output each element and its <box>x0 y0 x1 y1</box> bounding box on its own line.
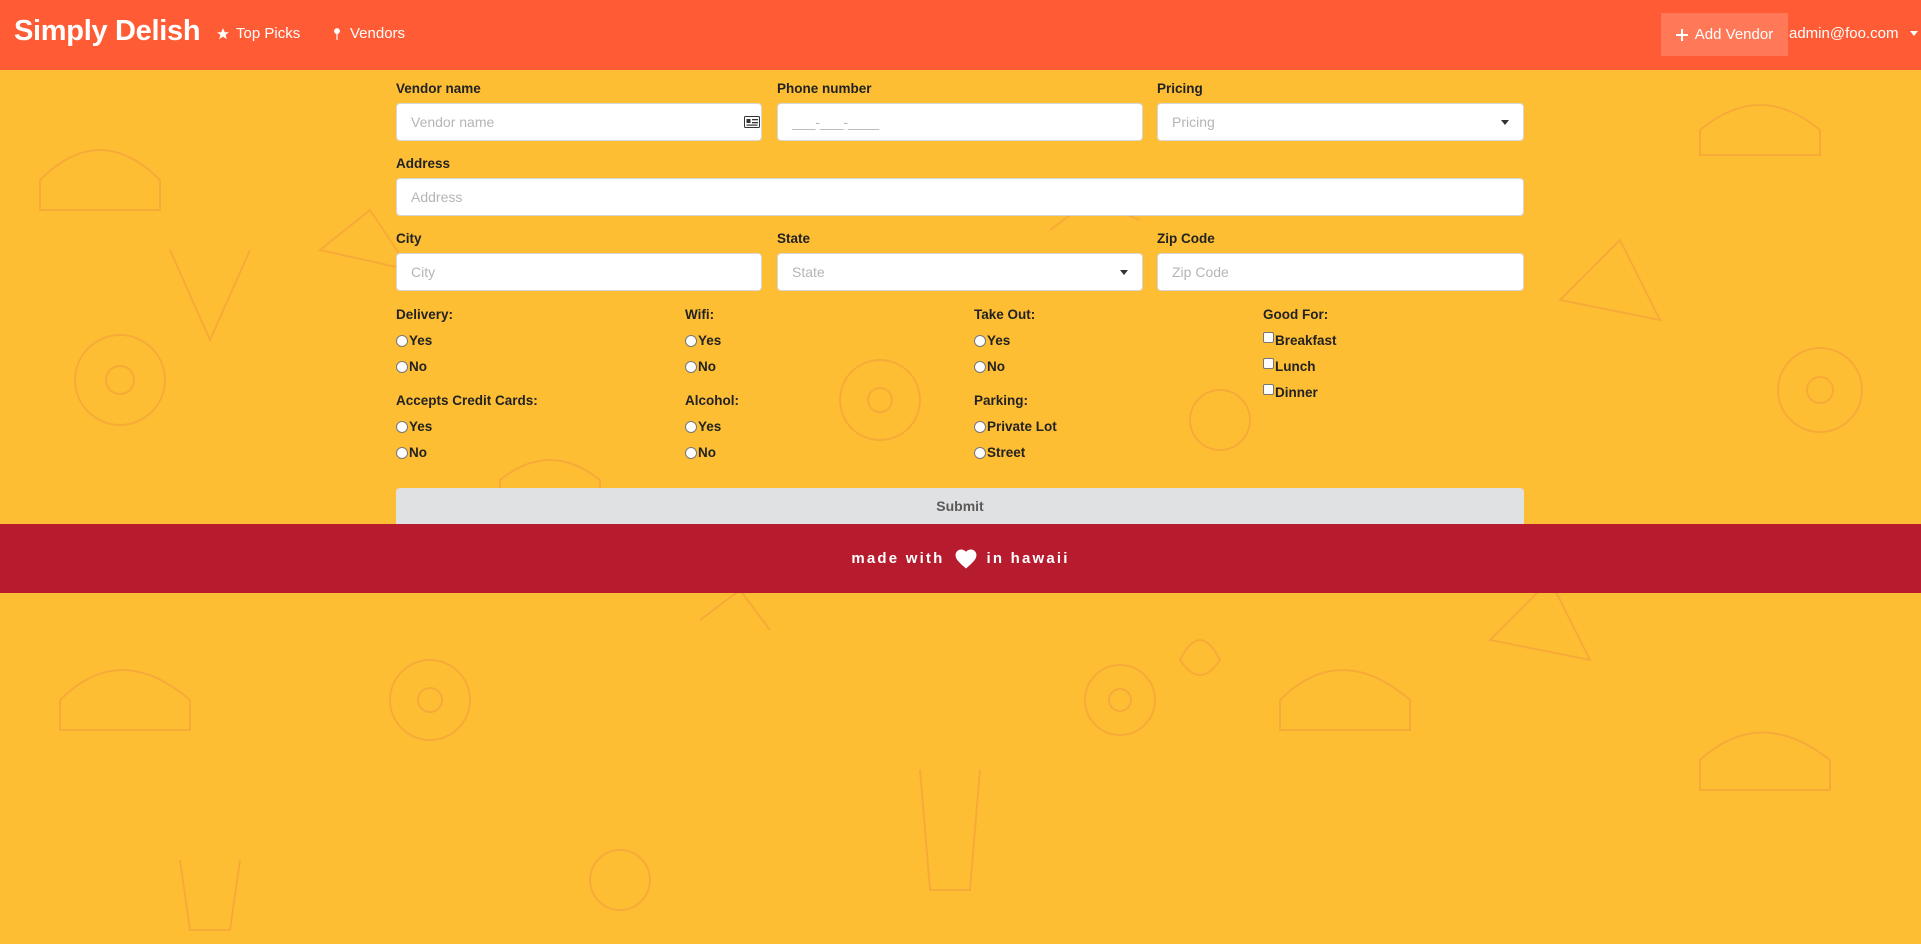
zip-input[interactable] <box>1157 253 1524 291</box>
takeout-label: Take Out: <box>974 307 1036 322</box>
good-for-label: Good For: <box>1263 307 1329 322</box>
lunch-checkbox[interactable] <box>1263 358 1274 369</box>
state-label: State <box>777 231 811 246</box>
pin-icon <box>334 27 340 40</box>
phone-label: Phone number <box>777 81 872 96</box>
footer-text-after: in hawaii <box>986 550 1070 567</box>
alcohol-yes-radio[interactable] <box>685 420 697 433</box>
wifi-label: Wifi: <box>685 307 715 322</box>
good-for-dinner-option[interactable]: Dinner <box>1263 384 1318 400</box>
option-label: No <box>409 359 427 374</box>
delivery-label: Delivery: <box>396 307 454 322</box>
credit-cards-label: Accepts Credit Cards: <box>396 393 538 408</box>
phone-input[interactable] <box>777 103 1143 141</box>
heart-icon <box>955 549 976 569</box>
option-label: Dinner <box>1275 385 1318 400</box>
breakfast-checkbox[interactable] <box>1263 332 1274 343</box>
option-label: Lunch <box>1275 359 1316 374</box>
star-icon <box>217 27 229 39</box>
delivery-yes-radio[interactable] <box>396 334 408 347</box>
dropdown-arrow-icon <box>1501 120 1509 125</box>
wifi-yes-radio[interactable] <box>685 334 697 347</box>
takeout-yes-option[interactable]: Yes <box>974 333 1010 348</box>
option-label: No <box>698 359 716 374</box>
alcohol-no-radio[interactable] <box>685 446 697 459</box>
zip-label: Zip Code <box>1157 231 1215 246</box>
credit-cards-no-option[interactable]: No <box>396 445 427 460</box>
submit-button[interactable]: Submit <box>396 488 1524 524</box>
credit-cards-yes-radio[interactable] <box>396 420 408 433</box>
delivery-no-option[interactable]: No <box>396 359 427 374</box>
parking-private-lot-radio[interactable] <box>974 420 986 433</box>
nav-top-picks-label: Top Picks <box>236 25 301 42</box>
pricing-placeholder: Pricing <box>1172 114 1215 130</box>
pricing-label: Pricing <box>1157 81 1203 96</box>
brand-logo[interactable]: Simply Delish <box>14 15 201 48</box>
delivery-no-radio[interactable] <box>396 360 408 373</box>
plus-icon <box>1675 28 1688 41</box>
option-label: Yes <box>987 333 1011 348</box>
footer: made with in hawaii <box>0 524 1921 593</box>
wifi-no-option[interactable]: No <box>685 359 716 374</box>
parking-street-radio[interactable] <box>974 446 986 459</box>
id-card-icon <box>744 116 760 128</box>
user-menu[interactable]: admin@foo.com <box>1789 25 1919 42</box>
option-label: Breakfast <box>1275 333 1337 348</box>
city-label: City <box>396 231 422 246</box>
parking-label: Parking: <box>974 393 1029 408</box>
alcohol-no-option[interactable]: No <box>685 445 716 460</box>
chevron-down-icon <box>1910 31 1919 36</box>
parking-private-lot-option[interactable]: Private Lot <box>974 419 1057 434</box>
good-for-breakfast-option[interactable]: Breakfast <box>1263 332 1337 348</box>
takeout-yes-radio[interactable] <box>974 334 986 347</box>
takeout-no-radio[interactable] <box>974 360 986 373</box>
address-input[interactable] <box>396 178 1524 216</box>
city-input[interactable] <box>396 253 762 291</box>
vendor-name-input[interactable] <box>396 103 762 141</box>
delivery-yes-option[interactable]: Yes <box>396 333 432 348</box>
nav-vendors[interactable]: Vendors <box>330 25 405 42</box>
option-label: Private Lot <box>987 419 1057 434</box>
state-dropdown[interactable]: State <box>777 253 1143 291</box>
add-vendor-label: Add Vendor <box>1694 26 1774 43</box>
wifi-yes-option[interactable]: Yes <box>685 333 721 348</box>
option-label: Street <box>987 445 1026 460</box>
pricing-dropdown[interactable]: Pricing <box>1157 103 1524 141</box>
wifi-no-radio[interactable] <box>685 360 697 373</box>
nav-vendors-label: Vendors <box>350 25 406 42</box>
credit-cards-yes-option[interactable]: Yes <box>396 419 432 434</box>
dropdown-arrow-icon <box>1120 270 1128 275</box>
option-label: Yes <box>409 419 433 434</box>
user-email: admin@foo.com <box>1789 25 1899 42</box>
option-label: No <box>987 359 1005 374</box>
option-label: Yes <box>698 419 722 434</box>
nav-top-picks[interactable]: Top Picks <box>216 25 300 42</box>
option-label: No <box>698 445 716 460</box>
alcohol-label: Alcohol: <box>685 393 739 408</box>
good-for-lunch-option[interactable]: Lunch <box>1263 358 1316 374</box>
option-label: Yes <box>698 333 722 348</box>
address-label: Address <box>396 156 451 171</box>
parking-street-option[interactable]: Street <box>974 445 1025 460</box>
credit-cards-no-radio[interactable] <box>396 446 408 459</box>
alcohol-yes-option[interactable]: Yes <box>685 419 721 434</box>
state-placeholder: State <box>792 264 825 280</box>
top-navbar: Simply Delish Top Picks Vendors Add Vend… <box>0 0 1921 70</box>
add-vendor-button[interactable]: Add Vendor <box>1661 13 1788 56</box>
option-label: No <box>409 445 427 460</box>
option-label: Yes <box>409 333 433 348</box>
dinner-checkbox[interactable] <box>1263 384 1274 395</box>
takeout-no-option[interactable]: No <box>974 359 1005 374</box>
vendor-name-label: Vendor name <box>396 81 481 96</box>
footer-text-before: made with <box>851 550 945 567</box>
